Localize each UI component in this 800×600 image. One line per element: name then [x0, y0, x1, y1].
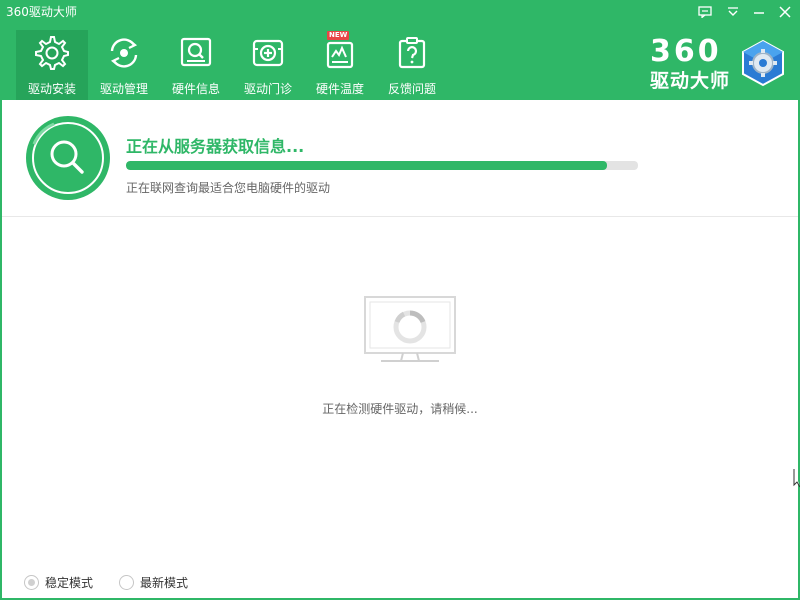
latest-mode-radio[interactable] — [119, 575, 135, 590]
mouse-cursor-icon — [793, 469, 800, 488]
main-nav: 驱动安装 驱动管理 硬件信息 驱动门诊 NEW 硬件温度 反馈问题 — [16, 30, 448, 100]
feedback-icon[interactable] — [695, 2, 715, 22]
nav-feedback[interactable]: 反馈问题 — [376, 30, 448, 100]
thermometer-new-icon: NEW — [321, 31, 359, 72]
logo-name: 驱动大师 — [650, 70, 731, 92]
logo-number: 360 — [650, 34, 722, 69]
logo-gear-icon — [742, 39, 784, 87]
clinic-plus-icon — [249, 34, 287, 72]
nav-driver-clinic[interactable]: 驱动门诊 — [232, 30, 304, 100]
stable-mode-label: 稳定模式 — [45, 576, 94, 590]
status-panel: 正在从服务器获取信息... 正在联网查询最适合您电脑硬件的驱动 — [0, 100, 800, 217]
hardware-search-icon — [177, 34, 215, 72]
detect-message: 正在检测硬件驱动，请稍候... — [322, 402, 478, 416]
menu-icon[interactable] — [723, 2, 743, 22]
stable-mode-radio[interactable] — [24, 575, 39, 590]
mode-selector: 稳定模式 最新模式 — [24, 574, 188, 591]
latest-mode-label: 最新模式 — [140, 576, 189, 590]
nav-driver-install[interactable]: 驱动安装 — [16, 30, 88, 100]
nav-hardware-temp[interactable]: NEW 硬件温度 — [304, 30, 376, 100]
nav-hardware-info[interactable]: 硬件信息 — [160, 30, 232, 100]
window-border-left — [0, 100, 2, 600]
minimize-icon[interactable] — [749, 2, 769, 22]
app-title: 360驱动大师 — [6, 5, 77, 19]
latest-mode-option[interactable]: 最新模式 — [119, 574, 188, 591]
monitor-loading-icon — [364, 296, 456, 362]
close-icon[interactable] — [775, 2, 795, 22]
title-bar: 360驱动大师 驱动安装 驱动管理 硬件信息 驱动门诊 NEW 硬件温度 反馈问… — [0, 0, 800, 100]
gear-icon — [33, 34, 71, 72]
refresh-icon — [105, 34, 143, 72]
nav-driver-manage[interactable]: 驱动管理 — [88, 30, 160, 100]
new-badge: NEW — [327, 31, 350, 40]
product-logo: 360 驱动大师 — [648, 34, 798, 94]
stable-mode-option[interactable]: 稳定模式 — [24, 574, 93, 591]
question-clipboard-icon — [393, 34, 431, 72]
search-icon — [26, 116, 110, 200]
status-subtitle: 正在联网查询最适合您电脑硬件的驱动 — [126, 181, 331, 195]
status-title: 正在从服务器获取信息... — [126, 137, 305, 156]
progress-bar — [126, 161, 638, 170]
progress-fill — [126, 161, 608, 170]
